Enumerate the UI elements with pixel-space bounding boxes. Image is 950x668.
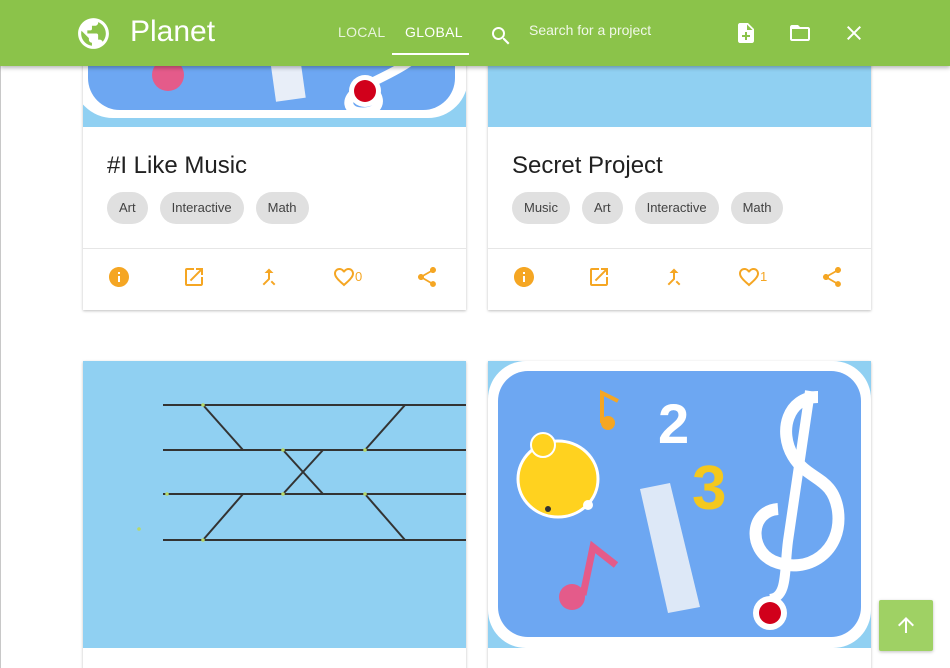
- svg-text:3: 3: [692, 454, 726, 523]
- active-tab-indicator: [392, 53, 469, 55]
- tab-global[interactable]: GLOBAL: [405, 24, 463, 40]
- card-divider: [488, 248, 871, 249]
- like-button[interactable]: 1: [737, 265, 771, 289]
- thumbnail-artwork: 2 3: [488, 361, 871, 648]
- top-app-bar: Planet LOCAL GLOBAL: [0, 0, 950, 66]
- project-card: [83, 361, 466, 668]
- svg-text:2: 2: [658, 392, 689, 455]
- open-in-new-icon[interactable]: [182, 265, 206, 289]
- globe-logo-icon[interactable]: [75, 15, 112, 52]
- page-left-border: [0, 0, 1, 668]
- share-icon[interactable]: [820, 265, 844, 289]
- project-title[interactable]: #I Like Music: [107, 152, 247, 180]
- open-in-new-icon[interactable]: [587, 265, 611, 289]
- card-actions: 1: [488, 262, 871, 292]
- tag-chip[interactable]: Interactive: [159, 192, 244, 224]
- scroll-to-top-button[interactable]: [879, 600, 933, 651]
- project-title[interactable]: Secret Project: [512, 152, 663, 180]
- project-tags: Art Interactive Math: [107, 192, 309, 224]
- share-icon[interactable]: [415, 265, 439, 289]
- merge-icon[interactable]: [257, 265, 281, 289]
- info-icon[interactable]: [512, 265, 536, 289]
- project-thumbnail[interactable]: [83, 361, 466, 648]
- tag-chip[interactable]: Art: [107, 192, 148, 224]
- arrow-up-icon: [898, 617, 914, 633]
- tag-chip[interactable]: Interactive: [634, 192, 719, 224]
- project-tags: Music Art Interactive Math: [512, 192, 784, 224]
- like-count: 1: [760, 269, 768, 284]
- app-title: Planet: [130, 15, 216, 48]
- open-folder-icon[interactable]: [788, 21, 812, 45]
- tag-chip[interactable]: Music: [512, 192, 570, 224]
- search-input[interactable]: [529, 18, 714, 42]
- card-actions: 0: [83, 262, 466, 292]
- close-icon[interactable]: [842, 21, 866, 45]
- heart-icon: [334, 268, 354, 287]
- like-count: 0: [355, 269, 363, 284]
- search-icon[interactable]: [489, 24, 513, 48]
- tag-chip[interactable]: Math: [730, 192, 784, 224]
- merge-icon[interactable]: [662, 265, 686, 289]
- tag-chip[interactable]: Math: [255, 192, 309, 224]
- tag-chip[interactable]: Art: [581, 192, 623, 224]
- project-card: 2 3: [488, 361, 871, 668]
- thumbnail-artwork: [83, 361, 466, 648]
- project-thumbnail[interactable]: 2 3: [488, 361, 871, 648]
- new-project-icon[interactable]: [734, 21, 758, 45]
- card-divider: [83, 248, 466, 249]
- info-icon[interactable]: [107, 265, 131, 289]
- heart-icon: [739, 268, 759, 287]
- tab-local[interactable]: LOCAL: [338, 24, 385, 40]
- like-button[interactable]: 0: [332, 265, 366, 289]
